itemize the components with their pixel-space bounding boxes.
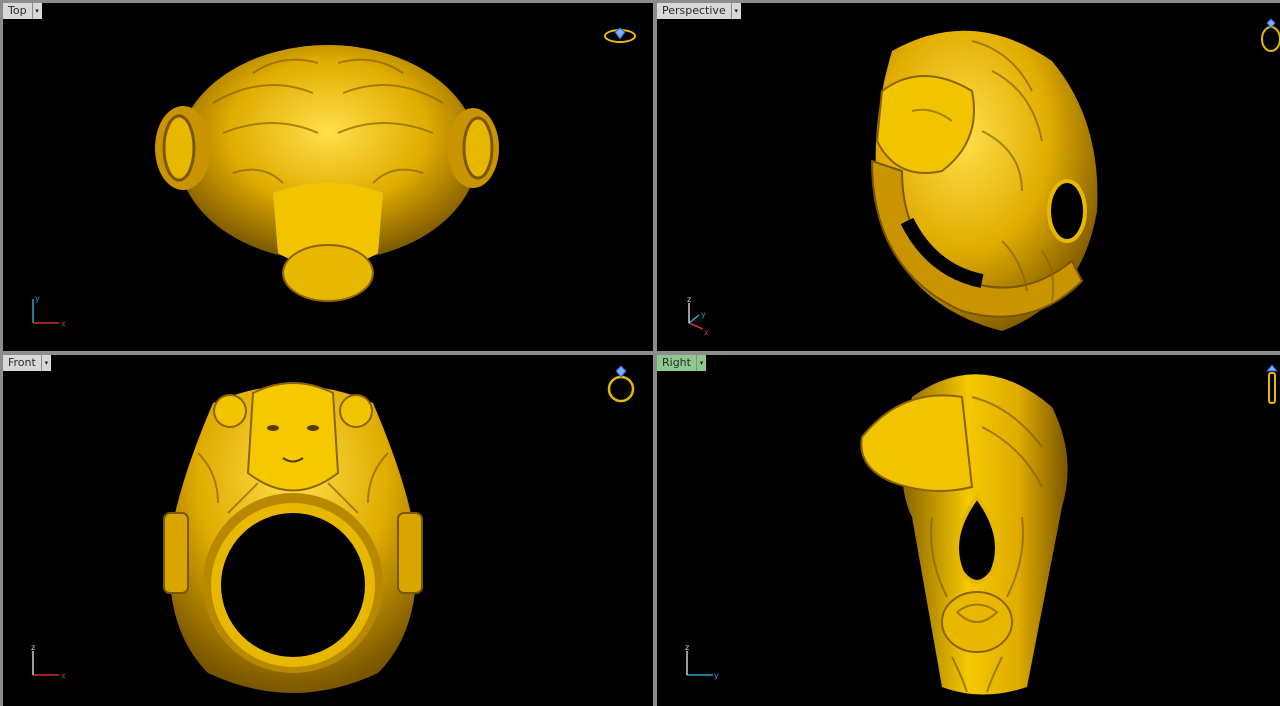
- axis-label-y: y: [714, 671, 719, 680]
- viewport-title-perspective[interactable]: Perspective ▾: [657, 3, 741, 19]
- axis-label-x: x: [704, 328, 709, 337]
- viewport-label-perspective[interactable]: Perspective: [657, 3, 732, 19]
- viewport-right[interactable]: Right ▾ y z: [657, 355, 1280, 706]
- axis-label-y: y: [35, 294, 40, 303]
- ring-top-icon: [604, 27, 636, 43]
- axis-label-z: z: [687, 295, 691, 304]
- viewport-label-right[interactable]: Right: [657, 355, 697, 371]
- viewport-front[interactable]: Front ▾ x z: [3, 355, 653, 706]
- axis-indicator-right: y z: [685, 643, 719, 680]
- ring-model-front[interactable]: [158, 373, 428, 703]
- ring-model-perspective[interactable]: [852, 11, 1122, 341]
- viewport-label-front[interactable]: Front: [3, 355, 42, 371]
- viewport-grid: Top ▾ x y Perspective ▾ x y z Front ▾ x …: [0, 0, 1280, 706]
- ring-perspective-icon: [1261, 18, 1280, 52]
- axis-label-z: z: [31, 643, 35, 652]
- ring-front-icon: [607, 365, 635, 403]
- ring-model-top[interactable]: [143, 33, 513, 313]
- ring-side-icon: [1265, 364, 1279, 404]
- axis-indicator-top: x y: [32, 294, 66, 328]
- viewport-title-right[interactable]: Right ▾: [657, 355, 706, 371]
- axis-indicator-perspective: x y z: [687, 295, 709, 337]
- axis-label-y: y: [701, 310, 706, 319]
- viewport-menu-right-icon[interactable]: ▾: [696, 355, 706, 371]
- ring-model-right[interactable]: [852, 357, 1082, 702]
- axis-indicator-front: x z: [31, 643, 66, 680]
- viewport-perspective[interactable]: Perspective ▾ x y z: [657, 3, 1280, 351]
- viewport-menu-front-icon[interactable]: ▾: [41, 355, 51, 371]
- viewport-title-front[interactable]: Front ▾: [3, 355, 51, 371]
- viewport-menu-perspective-icon[interactable]: ▾: [731, 3, 741, 19]
- axis-label-x: x: [61, 319, 66, 328]
- viewport-top[interactable]: Top ▾ x y: [3, 3, 653, 351]
- axis-label-z: z: [685, 643, 689, 652]
- viewport-menu-top-icon[interactable]: ▾: [32, 3, 42, 19]
- axis-label-x: x: [61, 671, 66, 680]
- viewport-title-top[interactable]: Top ▾: [3, 3, 42, 19]
- viewport-label-top[interactable]: Top: [3, 3, 33, 19]
